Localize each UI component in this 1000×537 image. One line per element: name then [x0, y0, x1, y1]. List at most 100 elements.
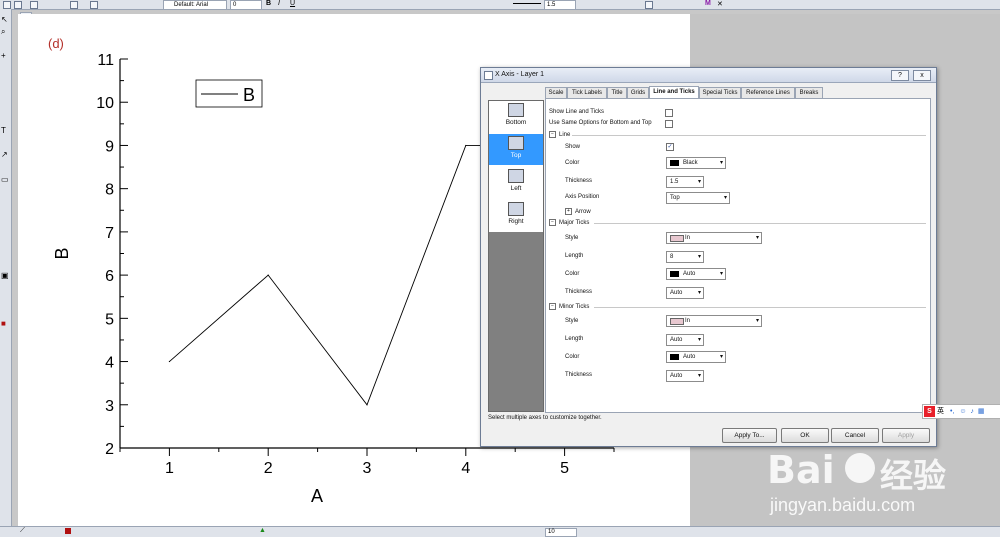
line-thickness-value: 1.5	[670, 179, 679, 185]
line-plot-icon[interactable]: ⟋	[20, 527, 25, 535]
chevron-down-icon: ▾	[697, 373, 701, 379]
use-same-options-checkbox[interactable]	[665, 120, 673, 128]
font-name-combo[interactable]: Default: Arial	[163, 0, 227, 10]
tab-grids[interactable]: Grids	[627, 87, 649, 98]
ime-toolbar[interactable]: S英 •, ☺ ♪ ▦	[922, 404, 1000, 419]
axis-item-right[interactable]: Right	[489, 200, 543, 231]
y-tick-label: 2	[105, 441, 114, 458]
collapse-icon[interactable]: −	[549, 219, 556, 226]
chevron-down-icon: ▾	[697, 337, 701, 343]
ime-settings-icon[interactable]: ▦	[978, 408, 985, 415]
minor-color-value: Auto	[683, 354, 696, 360]
tab-breaks[interactable]: Breaks	[795, 87, 823, 98]
chevron-down-icon: ▾	[719, 160, 723, 166]
major-style-label: Style	[565, 235, 579, 241]
x-tick-label: 4	[461, 460, 470, 477]
layer-tool-icon[interactable]: ■	[1, 319, 6, 328]
underline-icon[interactable]: U	[290, 0, 295, 7]
y-tick-label: 11	[97, 52, 114, 69]
ime-punctuation-icon[interactable]: •,	[950, 408, 954, 415]
cancel-button[interactable]: Cancel	[831, 428, 879, 443]
axis-item-top[interactable]: Top	[489, 134, 543, 165]
sogou-logo-icon: S	[924, 406, 935, 417]
ok-button[interactable]: OK	[781, 428, 829, 443]
bold-icon[interactable]: B	[266, 0, 271, 7]
data-point[interactable]	[168, 360, 170, 363]
major-thickness-combo[interactable]: Auto ▾	[666, 287, 704, 299]
zoom-icon[interactable]: ⌕	[1, 27, 5, 37]
arrow-tool-icon[interactable]: ↗	[1, 150, 8, 159]
watermark-brand-cn: 经验	[880, 457, 946, 494]
apply-to-button[interactable]: Apply To...	[722, 428, 777, 443]
bar-plot-icon[interactable]	[65, 528, 71, 534]
line-color-dropdown[interactable]: Black ▾	[666, 157, 726, 169]
axis-position-value: Top	[670, 195, 680, 201]
minor-ticks-section-header[interactable]: − Minor Ticks	[549, 303, 589, 310]
axis-position-dropdown[interactable]: Top ▾	[666, 192, 730, 204]
major-style-dropdown[interactable]: In ▾	[666, 232, 762, 244]
line-width-combo[interactable]: 1.5	[544, 0, 576, 10]
major-ticks-section-header[interactable]: − Major Ticks	[549, 219, 589, 226]
black-swatch	[670, 160, 679, 166]
minor-length-combo[interactable]: Auto ▾	[666, 334, 704, 346]
major-color-dropdown[interactable]: Auto ▾	[666, 268, 726, 280]
watermark-url: jingyan.baidu.com	[770, 495, 916, 515]
axis-item-left[interactable]: Left	[489, 167, 543, 198]
collapse-icon[interactable]: −	[549, 131, 556, 138]
text-tool-icon[interactable]: T	[1, 126, 6, 135]
help-icon[interactable]: ?	[891, 70, 909, 81]
major-length-label: Length	[565, 253, 584, 259]
major-length-combo[interactable]: 8 ▾	[666, 251, 704, 263]
italic-icon[interactable]: I	[278, 0, 280, 7]
tab-special-ticks[interactable]: Special Ticks	[699, 87, 741, 98]
ime-mic-icon[interactable]: ♪	[970, 408, 974, 415]
axis-left-icon	[508, 169, 524, 183]
expand-icon[interactable]: +	[565, 208, 572, 215]
crosshair-icon[interactable]: +	[1, 51, 6, 60]
tab-reference-lines[interactable]: Reference Lines	[741, 87, 795, 98]
save-icon[interactable]	[30, 1, 38, 9]
tab-scale[interactable]: Scale	[545, 87, 567, 98]
data-point[interactable]	[465, 144, 467, 147]
close-icon[interactable]: x	[913, 70, 931, 81]
line-thickness-combo[interactable]: 1.5 ▾	[666, 176, 704, 188]
minor-style-dropdown[interactable]: In ▾	[666, 315, 762, 327]
line-show-checkbox[interactable]: ✓	[666, 143, 674, 151]
open-icon[interactable]	[14, 1, 22, 9]
pointer-icon[interactable]: ↖	[1, 15, 8, 24]
new-project-icon[interactable]	[3, 1, 11, 9]
contour-plot-icon[interactable]: ▲	[259, 527, 266, 534]
line-section-header[interactable]: − Line	[549, 131, 570, 138]
tab-title[interactable]: Title	[607, 87, 627, 98]
layer-icon[interactable]	[645, 1, 653, 9]
axis-item-bottom[interactable]: Bottom	[489, 101, 543, 132]
ime-language[interactable]: 英	[937, 408, 944, 415]
line-style-icon[interactable]	[513, 3, 541, 4]
data-point[interactable]	[267, 274, 269, 276]
minor-thickness-combo[interactable]: Auto ▾	[666, 370, 704, 382]
line-show-label: Show	[565, 144, 581, 150]
minor-style-label: Style	[565, 318, 579, 324]
tab-tick-labels[interactable]: Tick Labels	[567, 87, 607, 98]
show-line-and-ticks-checkbox[interactable]	[665, 109, 673, 117]
graph-icon[interactable]	[90, 1, 98, 9]
collapse-icon[interactable]: −	[549, 303, 556, 310]
watermark-brand: Bai	[767, 448, 835, 492]
use-same-options-label: Use Same Options for Bottom and Top	[549, 120, 652, 126]
minor-color-dropdown[interactable]: Auto ▾	[666, 351, 726, 363]
minor-thickness-label: Thickness	[565, 372, 593, 378]
ime-emoji-icon[interactable]: ☺	[959, 408, 966, 415]
apply-button[interactable]: Apply	[882, 428, 930, 443]
print-icon[interactable]	[70, 1, 78, 9]
minor-length-value: Auto	[670, 337, 683, 343]
dialog-titlebar[interactable]: X Axis - Layer 1 ? x	[481, 68, 936, 83]
close-graph-icon[interactable]: ✕	[717, 0, 723, 8]
font-size-combo[interactable]: 0	[230, 0, 262, 10]
line-color-label: Color	[565, 160, 580, 166]
minor-length-label: Length	[565, 336, 584, 342]
rectangle-tool-icon[interactable]: ▭	[1, 175, 9, 184]
data-point[interactable]	[366, 404, 368, 406]
merge-icon[interactable]: M	[705, 0, 711, 7]
window-icon[interactable]: ▣	[1, 271, 9, 280]
arrow-subsection-header[interactable]: + Arrow	[565, 208, 591, 215]
